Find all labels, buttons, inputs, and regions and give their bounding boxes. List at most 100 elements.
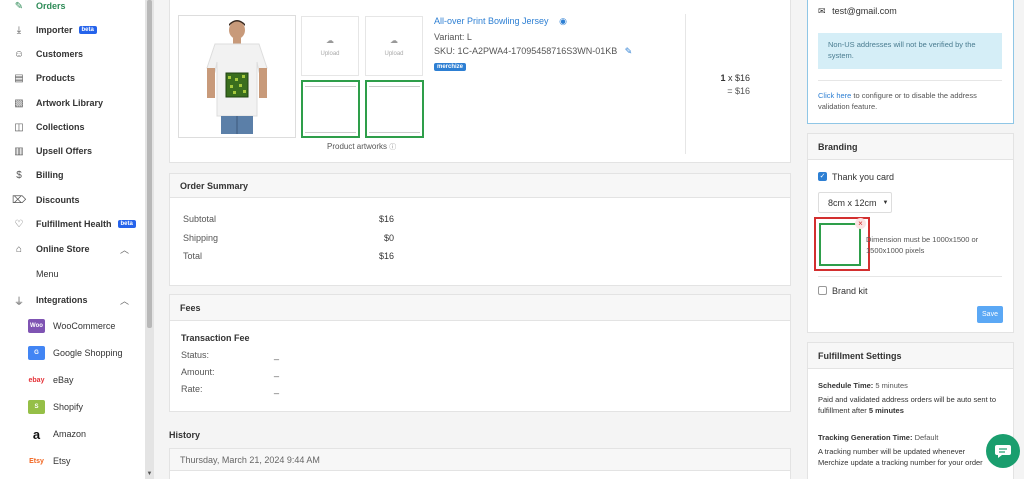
chat-icon bbox=[995, 445, 1011, 458]
sidebar-item-label: Fulfillment Health bbox=[36, 219, 112, 229]
total-value: $16 bbox=[378, 251, 394, 261]
sidebar-item-discounts[interactable]: ⌦ Discounts bbox=[0, 190, 145, 210]
ebay-logo-icon: ebay bbox=[28, 376, 45, 384]
product-artworks-caption: Product artworks ⓘ bbox=[327, 142, 396, 152]
sidebar-item-label: Products bbox=[36, 73, 76, 83]
cloud-upload-icon: ☁ bbox=[326, 35, 334, 45]
sidebar-item-billing[interactable]: $ Billing bbox=[0, 165, 145, 185]
order-summary-title: Order Summary bbox=[170, 174, 790, 198]
address-divider bbox=[818, 80, 1002, 81]
product-title-row: All-over Print Bowling Jersey ◉ bbox=[434, 16, 567, 27]
dimension-note: Dimension must be 1000x1500 or 1500x1000… bbox=[866, 235, 979, 255]
qty-value: 1 bbox=[720, 73, 726, 83]
product-sku: SKU: 1C-A2PWA4-17095458716S3WN-01KB bbox=[434, 46, 618, 56]
woocommerce-logo-icon: Woo bbox=[28, 319, 45, 333]
sidebar-item-label: Discounts bbox=[36, 195, 80, 205]
product-divider bbox=[685, 14, 686, 154]
eye-icon[interactable]: ◉ bbox=[559, 16, 567, 26]
sidebar-item-label: Integrations bbox=[36, 295, 88, 305]
sidebar-scrollbar-thumb[interactable] bbox=[147, 0, 152, 328]
product-sku-row: SKU: 1C-A2PWA4-17095458716S3WN-01KB ✎ bbox=[434, 46, 632, 57]
amazon-logo-icon: a bbox=[32, 426, 41, 442]
jersey-model-image bbox=[179, 16, 295, 137]
brand-kit-checkbox[interactable] bbox=[818, 286, 827, 295]
branding-divider bbox=[818, 276, 1002, 277]
artwork-preview-front[interactable] bbox=[301, 80, 360, 138]
card-size-select[interactable]: 8cm x 12cm ▼ bbox=[818, 192, 892, 213]
upload-slot-back[interactable]: ☁ Upload bbox=[365, 16, 423, 76]
brand-kit-label: Brand kit bbox=[832, 286, 868, 296]
artwork-preview-back[interactable] bbox=[365, 80, 424, 138]
sidebar-item-integrations[interactable]: ⏚ Integrations ︿ bbox=[0, 290, 145, 310]
edit-sku-icon[interactable]: ✎ bbox=[625, 46, 633, 56]
dollar-icon: $ bbox=[16, 169, 22, 181]
beta-badge: beta bbox=[78, 26, 97, 34]
thank-you-card-checkbox[interactable]: ✓ bbox=[818, 172, 827, 181]
schedule-time-label: Schedule Time: bbox=[818, 381, 874, 390]
remove-icon[interactable]: × bbox=[855, 218, 866, 229]
product-image[interactable] bbox=[178, 15, 296, 138]
sidebar-item-label: Billing bbox=[36, 170, 64, 180]
upload-slot-front[interactable]: ☁ Upload bbox=[301, 16, 359, 76]
sidebar-item-online-store[interactable]: ⌂ Online Store ︿ bbox=[0, 239, 145, 259]
product-artworks-label: Product artworks bbox=[327, 142, 388, 151]
integration-ebay[interactable]: ebay eBay bbox=[28, 370, 74, 390]
integration-amazon[interactable]: a Amazon bbox=[28, 424, 86, 444]
sidebar: ✎ Orders ⤓ Importer beta ☺ Customers ▤ P… bbox=[0, 0, 145, 479]
integration-google-shopping[interactable]: G Google Shopping bbox=[28, 343, 123, 363]
sidebar-item-label: Artwork Library bbox=[36, 98, 104, 108]
thank-you-card-preview[interactable] bbox=[819, 223, 861, 266]
sidebar-item-artwork-library[interactable]: ▧ Artwork Library bbox=[0, 93, 145, 113]
upload-label: Upload bbox=[320, 50, 340, 57]
thank-you-card-label: Thank you card bbox=[832, 172, 895, 182]
sidebar-item-products[interactable]: ▤ Products bbox=[0, 68, 145, 88]
etsy-logo-icon: Etsy bbox=[29, 457, 44, 465]
email-row: ✉ test@gmail.com bbox=[818, 6, 897, 17]
integration-label: WooCommerce bbox=[53, 321, 116, 331]
integration-label: Google Shopping bbox=[53, 348, 123, 358]
box-icon: ▤ bbox=[14, 72, 24, 84]
schedule-desc-bold: 5 minutes bbox=[868, 406, 904, 415]
qty-price-line: 1 x $16 bbox=[700, 73, 750, 83]
sidebar-item-customers[interactable]: ☺ Customers bbox=[0, 44, 145, 64]
email-value: test@gmail.com bbox=[832, 6, 897, 16]
fee-status-label: Status: bbox=[181, 350, 210, 360]
shipping-value: $0 bbox=[383, 233, 394, 243]
subtotal-label: Subtotal bbox=[183, 214, 217, 224]
integration-etsy[interactable]: Etsy Etsy bbox=[28, 451, 70, 471]
click-here-link[interactable]: Click here bbox=[818, 91, 851, 100]
users-icon: ☺ bbox=[13, 48, 25, 60]
sidebar-item-fulfillment-health[interactable]: ♡ Fulfillment Health beta bbox=[0, 214, 145, 234]
merchize-tag: merchize bbox=[434, 63, 467, 71]
sidebar-item-label: Importer bbox=[36, 25, 73, 35]
schedule-desc-text: Paid and validated address orders will b… bbox=[818, 395, 997, 415]
integration-woocommerce[interactable]: Woo WooCommerce bbox=[28, 316, 115, 336]
fee-rate-label: Rate: bbox=[181, 384, 203, 394]
shipping-label: Shipping bbox=[183, 233, 219, 243]
sidebar-item-label: Collections bbox=[36, 122, 85, 132]
history-date: Thursday, March 21, 2024 9:44 AM bbox=[170, 449, 790, 471]
fulfillment-settings-title: Fulfillment Settings bbox=[808, 343, 1013, 369]
caret-down-icon: ▼ bbox=[882, 199, 889, 206]
fees-card: Fees bbox=[169, 294, 791, 412]
tracking-time-value: Default bbox=[914, 433, 939, 442]
fee-rate-value: _ bbox=[274, 384, 280, 394]
integration-label: eBay bbox=[53, 375, 74, 385]
integration-label: Shopify bbox=[53, 402, 84, 412]
sidebar-item-collections[interactable]: ◫ Collections bbox=[0, 117, 145, 137]
sidebar-item-orders[interactable]: ✎ Orders bbox=[0, 0, 145, 16]
schedule-time-value: 5 minutes bbox=[875, 381, 908, 390]
save-button[interactable]: Save bbox=[977, 306, 1003, 323]
sidebar-subitem-menu[interactable]: Menu bbox=[36, 269, 59, 279]
beta-badge: beta bbox=[117, 220, 136, 228]
sidebar-item-label: Online Store bbox=[36, 244, 90, 254]
sidebar-item-upsell-offers[interactable]: ▥ Upsell Offers bbox=[0, 141, 145, 161]
integration-shopify[interactable]: S Shopify bbox=[28, 397, 83, 417]
scroll-down-arrow-icon[interactable]: ▼ bbox=[145, 470, 154, 479]
product-variant: Variant: L bbox=[434, 32, 472, 42]
upload-label: Upload bbox=[384, 50, 404, 57]
chat-button[interactable] bbox=[986, 434, 1020, 468]
sidebar-item-importer[interactable]: ⤓ Importer beta bbox=[0, 20, 145, 40]
subtotal-value: $16 bbox=[378, 214, 394, 224]
product-title-link[interactable]: All-over Print Bowling Jersey bbox=[434, 16, 549, 26]
